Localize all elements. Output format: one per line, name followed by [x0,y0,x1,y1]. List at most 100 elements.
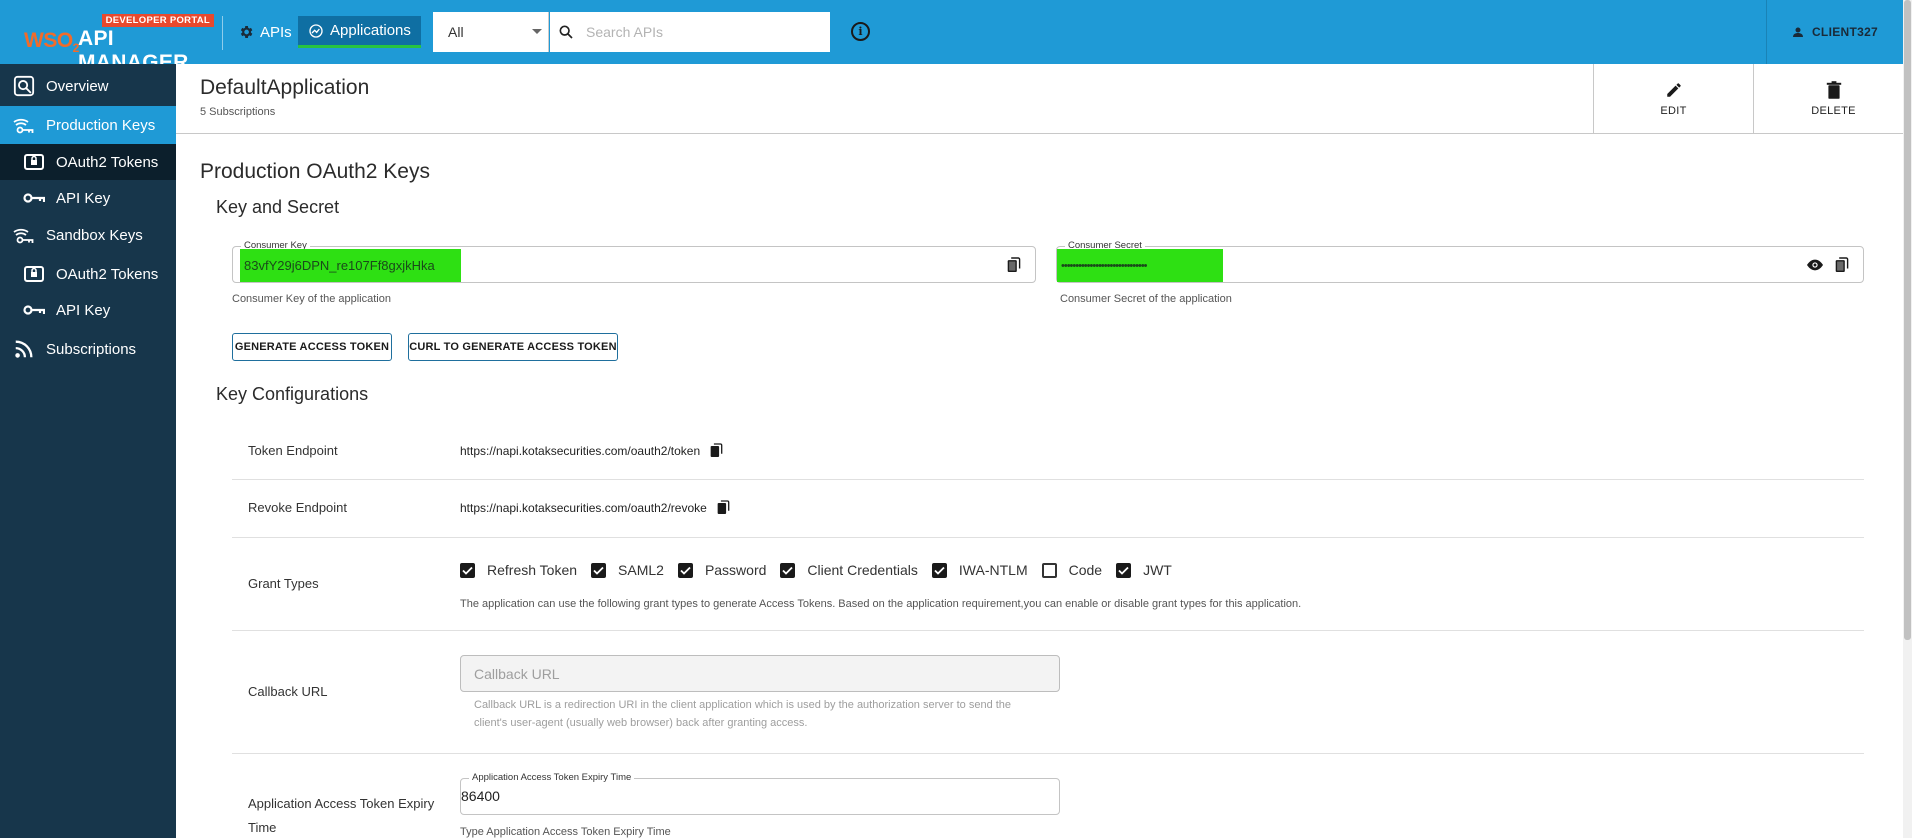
grant-label: Client Credentials [807,562,918,578]
gear-icon [238,24,254,40]
applications-icon [308,23,324,39]
key-icon [22,298,46,322]
sidebar-item-sandbox-oauth2-tokens[interactable]: OAuth2 Tokens [0,256,176,292]
consumer-key-helper: Consumer Key of the application [232,293,391,305]
token-icon [22,150,46,174]
keys-icon [12,113,36,137]
checkbox-checked[interactable] [1116,562,1132,578]
grant-types-group: Refresh Token SAML2 Password Client Cred… [460,562,1186,578]
copy-icon[interactable] [717,500,730,515]
grant-jwt[interactable]: JWT [1116,562,1172,578]
divider [232,630,1864,631]
checkbox-checked[interactable] [591,562,607,578]
user-menu[interactable]: CLIENT327 [1766,0,1903,64]
grant-iwa-ntlm[interactable]: IWA-NTLM [931,562,1028,578]
search-box [550,12,830,52]
sidebar-item-production-api-key[interactable]: API Key [0,180,176,216]
page-title: DefaultApplication [200,76,370,99]
eye-icon[interactable] [1807,259,1823,271]
token-endpoint-label: Token Endpoint [248,443,338,458]
key-and-secret-title: Key and Secret [216,197,340,217]
copy-icon[interactable] [710,443,723,458]
grant-refresh-token[interactable]: Refresh Token [460,562,577,578]
consumer-secret-value[interactable]: •••••••••••••••••••••••••••••• [1057,249,1223,282]
consumer-key-value[interactable]: 83vfY29j6DPN_re107Ff8gxjkHka [240,249,461,282]
callback-url-helper: Callback URL is a redirection URI in the… [474,699,1011,729]
sidebar-item-label: Sandbox Keys [46,226,143,244]
grant-types-helper: The application can use the following gr… [460,598,1302,610]
copy-icon[interactable] [1835,257,1849,273]
checkbox-checked[interactable] [460,562,475,578]
copy-icon[interactable] [1007,257,1021,273]
checkbox-checked[interactable] [677,562,693,578]
token-endpoint-row: https://napi.kotaksecurities.com/oauth2/… [460,443,723,458]
overview-search-icon [12,74,36,98]
search-category-value: All [448,24,464,40]
nav-apis-link[interactable]: APIs [238,20,292,44]
callback-url-helper-line: client's user-agent (usually web browser… [474,717,808,729]
token-expiry-helper: Type Application Access Token Expiry Tim… [460,826,671,838]
grant-label: Password [704,562,767,578]
divider [232,479,1864,480]
nav-applications-link[interactable]: Applications [298,16,421,48]
sidebar-item-production-oauth2-tokens[interactable]: OAuth2 Tokens [0,144,176,180]
sidebar-item-subscriptions[interactable]: Subscriptions [0,330,176,368]
edit-button[interactable]: EDIT [1593,64,1753,134]
sidebar-item-label: Overview [46,77,109,95]
sidebar-item-label: API Key [56,189,111,207]
grant-label: IWA-NTLM [958,562,1028,578]
sidebar-item-overview[interactable]: Overview [0,67,176,105]
user-icon [1792,26,1804,38]
callback-url-label: Callback URL [248,684,328,699]
token-endpoint-value: https://napi.kotaksecurities.com/oauth2/… [460,443,701,458]
delete-label: DELETE [1811,105,1856,117]
divider [232,753,1864,754]
key-icon [22,186,46,210]
sidebar-item-sandbox-keys[interactable]: Sandbox Keys [0,216,176,254]
callback-url-helper-line: Callback URL is a redirection URI in the… [474,699,1012,711]
grant-saml2[interactable]: SAML2 [591,562,664,578]
grant-label: Code [1068,562,1103,578]
sidebar-item-label: API Key [56,301,111,319]
sidebar-item-production-keys[interactable]: Production Keys [0,106,176,144]
info-icon[interactable]: i [851,22,870,41]
checkbox-checked[interactable] [780,562,796,578]
consumer-secret-field: Consumer Secret ••••••••••••••••••••••••… [1056,240,1864,283]
grant-label: Refresh Token [487,562,578,578]
callback-url-input[interactable]: Callback URL [460,655,1060,692]
grant-types-label: Grant Types [248,576,319,591]
grant-label: SAML2 [618,562,664,578]
key-configurations-title: Key Configurations [216,384,369,404]
search-category-select[interactable]: All [433,12,549,52]
generate-access-token-button[interactable]: GENERATE ACCESS TOKEN [232,333,392,361]
production-oauth2-keys-title: Production OAuth2 Keys [200,160,430,183]
callback-url-placeholder: Callback URL [474,665,560,682]
token-expiry-label: Application Access Token Expiry Time [248,792,434,840]
token-expiry-field[interactable]: Application Access Token Expiry Time 864… [460,772,1060,815]
sidebar-item-sandbox-api-key[interactable]: API Key [0,292,176,328]
divider [232,537,1864,538]
nav-apis-label: APIs [260,23,292,41]
developer-portal-badge: DEVELOPER PORTAL [101,14,214,27]
checkbox-unchecked[interactable] [1041,562,1057,578]
consumer-secret-helper: Consumer Secret of the application [1060,293,1232,305]
sidebar-item-label: Production Keys [46,116,156,134]
token-expiry-value: 86400 [461,788,500,804]
token-expiry-label-line: Time [248,820,277,835]
keys-icon [12,223,36,247]
subscriptions-count: 5 Subscriptions [200,106,276,118]
token-icon [22,262,46,286]
wso2-logo[interactable]: DEVELOPER PORTAL WSO2 API MANAGER [24,14,214,74]
grant-client-credentials[interactable]: Client Credentials [780,562,918,578]
sidebar-item-label: OAuth2 Tokens [56,265,159,283]
search-input[interactable] [586,24,816,40]
chevron-down-icon [532,29,542,34]
checkbox-checked[interactable] [931,562,947,578]
edit-label: EDIT [1660,105,1687,117]
grant-code[interactable]: Code [1041,562,1103,578]
delete-button[interactable]: DELETE [1753,64,1912,134]
grant-password[interactable]: Password [677,562,767,578]
curl-generate-access-token-button[interactable]: CURL TO GENERATE ACCESS TOKEN [408,333,618,361]
sidebar-item-label: Subscriptions [46,340,137,358]
trash-icon [1826,81,1842,99]
